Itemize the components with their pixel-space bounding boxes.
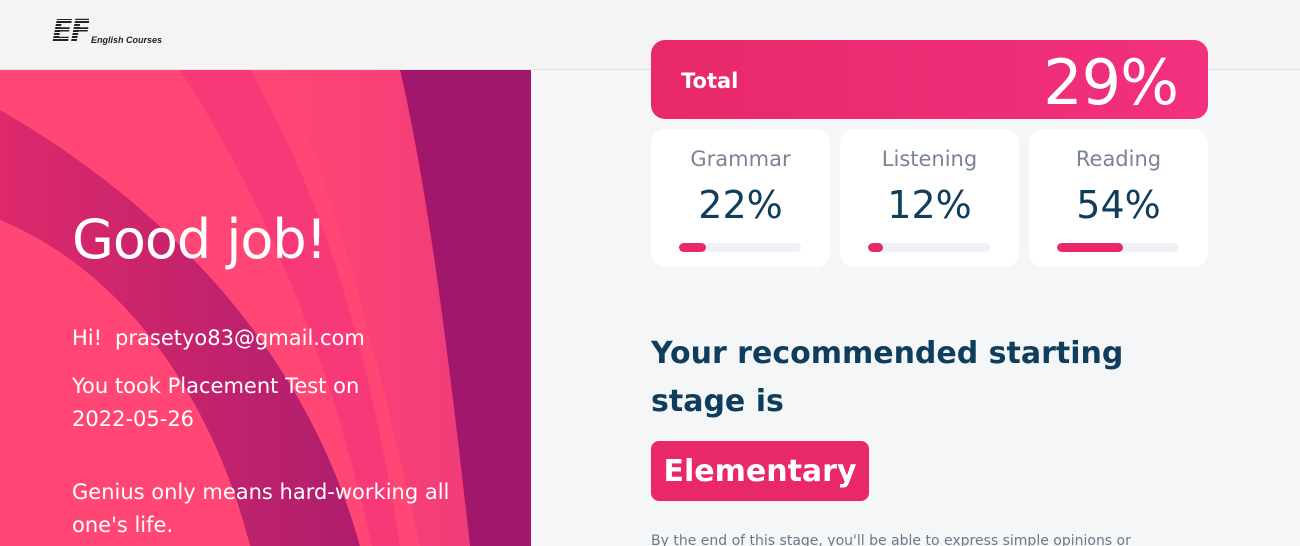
took-test-text: You took Placement Test on — [72, 374, 360, 398]
motivational-quote: Genius only means hard-working all one's… — [72, 480, 450, 537]
skill-label: Grammar — [690, 147, 791, 171]
user-email: prasetyo83@gmail.com — [115, 326, 365, 350]
stage-description: By the end of this stage, you'll be able… — [651, 533, 1131, 546]
total-label: Total — [681, 69, 739, 93]
skill-progress-fill — [679, 243, 706, 252]
skill-card-reading: Reading 54% — [1029, 129, 1208, 267]
test-date: 2022-05-26 — [72, 407, 195, 431]
total-value: 29% — [1043, 46, 1179, 119]
results-hero-panel: Good job! Hi! prasetyo83@gmail.com You t… — [0, 70, 531, 546]
skill-label: Reading — [1075, 147, 1162, 171]
logo-mark: EF — [52, 14, 91, 49]
skill-label: Listening — [881, 147, 978, 171]
logo-text: English Courses — [91, 35, 163, 45]
total-score-card: Total 29% — [651, 40, 1208, 119]
skill-value: 22% — [698, 183, 783, 227]
test-date-info: You took Placement Test on 2022-05-26 — [72, 370, 412, 436]
hero-background-waves — [0, 70, 531, 546]
stage-badge: Elementary — [651, 441, 869, 501]
skill-value: 12% — [887, 183, 972, 227]
hero-title: Good job! — [72, 208, 327, 271]
skill-progress-track — [868, 243, 990, 252]
skill-card-grammar: Grammar 22% — [651, 129, 830, 267]
ef-logo[interactable]: EF English Courses — [52, 17, 162, 47]
skill-progress-track — [679, 243, 801, 252]
skill-progress-fill — [1057, 243, 1123, 252]
skill-progress-track — [1057, 243, 1179, 252]
greeting-prefix: Hi! — [72, 326, 103, 350]
recommendation-heading: Your recommended starting stage is — [651, 336, 1124, 419]
skill-value: 54% — [1076, 183, 1161, 227]
greeting: Hi! prasetyo83@gmail.com — [72, 326, 365, 350]
skill-card-listening: Listening 12% — [840, 129, 1019, 267]
skill-progress-fill — [868, 243, 883, 252]
